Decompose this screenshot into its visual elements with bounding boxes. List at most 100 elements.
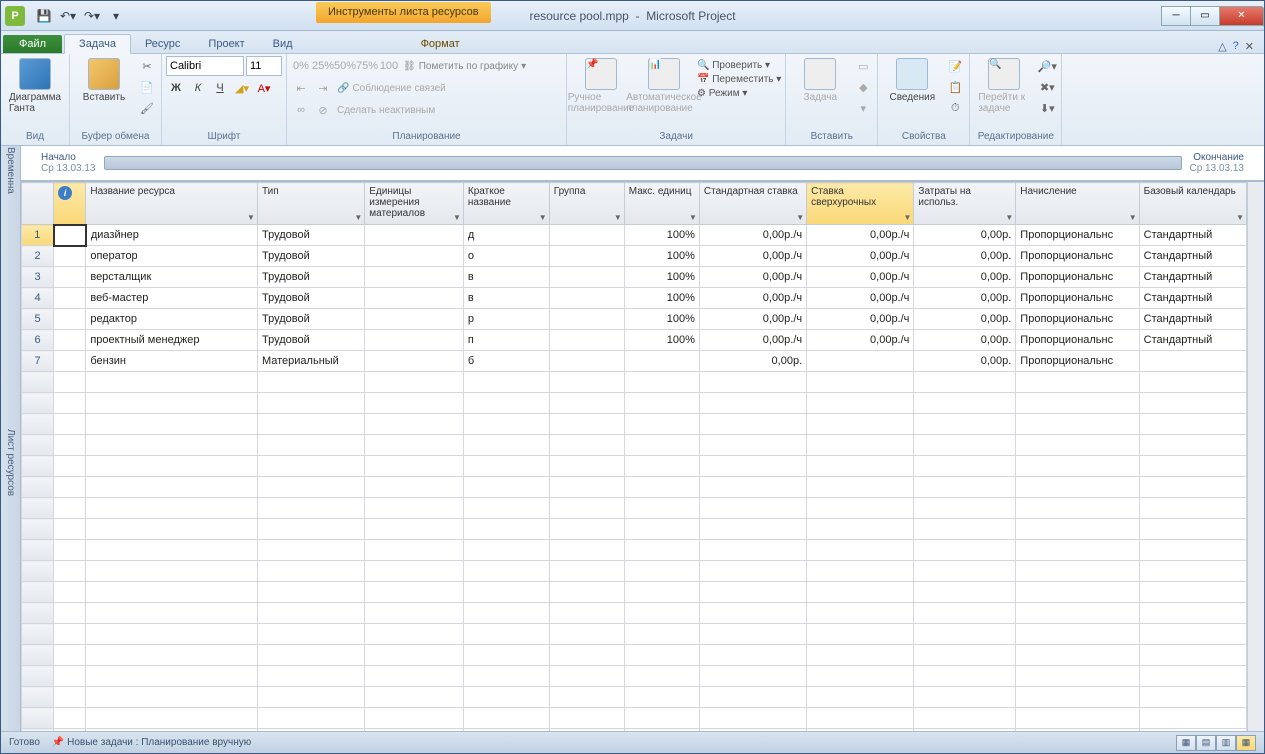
cell-std-rate[interactable]: 0,00р./ч	[699, 267, 806, 288]
copy-icon[interactable]: 📄	[137, 77, 157, 97]
select-all-header[interactable]	[22, 183, 54, 225]
tab-project[interactable]: Проект	[194, 35, 258, 53]
cell-cost-use[interactable]: 0,00р.	[914, 246, 1016, 267]
deliverable-icon[interactable]: ▾	[853, 98, 873, 118]
cell-name[interactable]: диазйнер	[86, 225, 258, 246]
unlink-icon[interactable]: ⊘	[313, 100, 333, 120]
cell-group[interactable]	[549, 225, 624, 246]
cell-ovt-rate[interactable]: 0,00р./ч	[807, 246, 914, 267]
col-short[interactable]: Краткое название▼	[463, 183, 549, 225]
cell-units[interactable]	[365, 330, 464, 351]
table-row-empty[interactable]	[22, 561, 1247, 582]
cell-type[interactable]: Трудовой	[257, 267, 364, 288]
view-sheet-icon[interactable]: ▦	[1236, 735, 1256, 751]
dropdown-icon[interactable]: ▼	[539, 213, 547, 222]
row-number[interactable]: 3	[22, 267, 54, 288]
scroll-to-task-button[interactable]: 🔍 Перейти к задаче	[974, 56, 1034, 116]
ribbon-minimize-icon[interactable]: △	[1218, 40, 1226, 53]
table-row-empty[interactable]	[22, 498, 1247, 519]
cell-calendar[interactable]: Стандартный	[1139, 288, 1246, 309]
paste-button[interactable]: Вставить	[74, 56, 134, 105]
bold-button[interactable]: Ж	[166, 79, 186, 97]
notes-icon[interactable]: 📝	[945, 56, 965, 76]
col-std-rate[interactable]: Стандартная ставка▼	[699, 183, 806, 225]
tab-format[interactable]: Формат	[407, 35, 474, 53]
col-cost-use[interactable]: Затраты на использ.▼	[914, 183, 1016, 225]
row-number[interactable]: 7	[22, 351, 54, 372]
cell-short[interactable]: б	[463, 351, 549, 372]
cell-units[interactable]	[365, 288, 464, 309]
col-calendar[interactable]: Базовый календарь▼	[1139, 183, 1246, 225]
indicator-cell[interactable]	[54, 330, 86, 351]
font-color-button[interactable]: A▾	[254, 79, 274, 97]
cell-cost-use[interactable]: 0,00р.	[914, 225, 1016, 246]
row-number[interactable]: 1	[22, 225, 54, 246]
cell-max[interactable]: 100%	[624, 309, 699, 330]
cell-short[interactable]: р	[463, 309, 549, 330]
cell-units[interactable]	[365, 225, 464, 246]
pct-50-icon[interactable]: 50%	[335, 56, 355, 76]
indicator-cell[interactable]	[54, 246, 86, 267]
maximize-button[interactable]: ▭	[1190, 6, 1220, 26]
table-row-empty[interactable]	[22, 372, 1247, 393]
cell-group[interactable]	[549, 351, 624, 372]
tab-view[interactable]: Вид	[259, 35, 307, 53]
cell-std-rate[interactable]: 0,00р./ч	[699, 225, 806, 246]
table-row[interactable]: 3версталщикТрудовойв100%0,00р./ч0,00р./ч…	[22, 267, 1247, 288]
cell-type[interactable]: Трудовой	[257, 288, 364, 309]
dropdown-icon[interactable]: ▼	[354, 213, 362, 222]
pct-100-icon[interactable]: 100	[379, 56, 399, 76]
cell-std-rate[interactable]: 0,00р./ч	[699, 309, 806, 330]
cell-std-rate[interactable]: 0,00р./ч	[699, 330, 806, 351]
dropdown-icon[interactable]: ▼	[1005, 213, 1013, 222]
fill-icon[interactable]: ⬇▾	[1037, 98, 1057, 118]
col-type[interactable]: Тип▼	[257, 183, 364, 225]
pct-0-icon[interactable]: 0%	[291, 56, 311, 76]
sheet-sidebar-label[interactable]: Лист ресурсов	[1, 194, 21, 731]
cut-icon[interactable]: ✂	[137, 56, 157, 76]
font-name-input[interactable]	[166, 56, 244, 76]
fill-color-button[interactable]: ◢▾	[232, 79, 252, 97]
cell-cost-use[interactable]: 0,00р.	[914, 351, 1016, 372]
cell-short[interactable]: о	[463, 246, 549, 267]
dropdown-icon[interactable]: ▼	[614, 213, 622, 222]
cell-name[interactable]: веб-мастер	[86, 288, 258, 309]
table-row[interactable]: 6проектный менеджерТрудовойп100%0,00р./ч…	[22, 330, 1247, 351]
cell-calendar[interactable]: Стандартный	[1139, 267, 1246, 288]
table-row-empty[interactable]	[22, 414, 1247, 435]
cell-short[interactable]: в	[463, 288, 549, 309]
table-row-empty[interactable]	[22, 435, 1247, 456]
inspect-button[interactable]: 🔍 Проверить ▾	[697, 60, 781, 71]
indicator-cell[interactable]	[54, 267, 86, 288]
cell-accrue[interactable]: Пропорциональнс	[1016, 330, 1139, 351]
dropdown-icon[interactable]: ▼	[1129, 213, 1137, 222]
font-size-input[interactable]	[246, 56, 282, 76]
indent-icon[interactable]: ⇥	[313, 78, 333, 98]
table-row[interactable]: 1диазйнерТрудовойд100%0,00р./ч0,00р./ч0,…	[22, 225, 1247, 246]
resource-sheet-grid[interactable]: i Название ресурса▼ Тип▼ Единицы измерен…	[21, 182, 1247, 731]
table-row-empty[interactable]	[22, 624, 1247, 645]
cell-type[interactable]: Трудовой	[257, 330, 364, 351]
task-insert-button[interactable]: Задача	[790, 56, 850, 105]
cell-type[interactable]: Материальный	[257, 351, 364, 372]
cell-group[interactable]	[549, 309, 624, 330]
dropdown-icon[interactable]: ▼	[796, 213, 804, 222]
respect-links-button[interactable]: 🔗Соблюдение связей	[335, 78, 448, 98]
dropdown-icon[interactable]: ▼	[1236, 213, 1244, 222]
cell-max[interactable]: 100%	[624, 330, 699, 351]
vertical-scrollbar[interactable]	[1247, 182, 1264, 731]
cell-name[interactable]: версталщик	[86, 267, 258, 288]
redo-icon[interactable]: ↷▾	[81, 5, 103, 27]
row-number[interactable]: 6	[22, 330, 54, 351]
cell-type[interactable]: Трудовой	[257, 309, 364, 330]
cell-std-rate[interactable]: 0,00р./ч	[699, 288, 806, 309]
view-usage-icon[interactable]: ▤	[1196, 735, 1216, 751]
tab-file[interactable]: Файл	[3, 35, 62, 53]
table-row-empty[interactable]	[22, 687, 1247, 708]
view-gantt-icon[interactable]: ▦	[1176, 735, 1196, 751]
table-row-empty[interactable]	[22, 708, 1247, 729]
cell-short[interactable]: в	[463, 267, 549, 288]
clear-icon[interactable]: ✖▾	[1037, 77, 1057, 97]
italic-button[interactable]: К	[188, 79, 208, 97]
close-button[interactable]: ✕	[1219, 6, 1264, 26]
